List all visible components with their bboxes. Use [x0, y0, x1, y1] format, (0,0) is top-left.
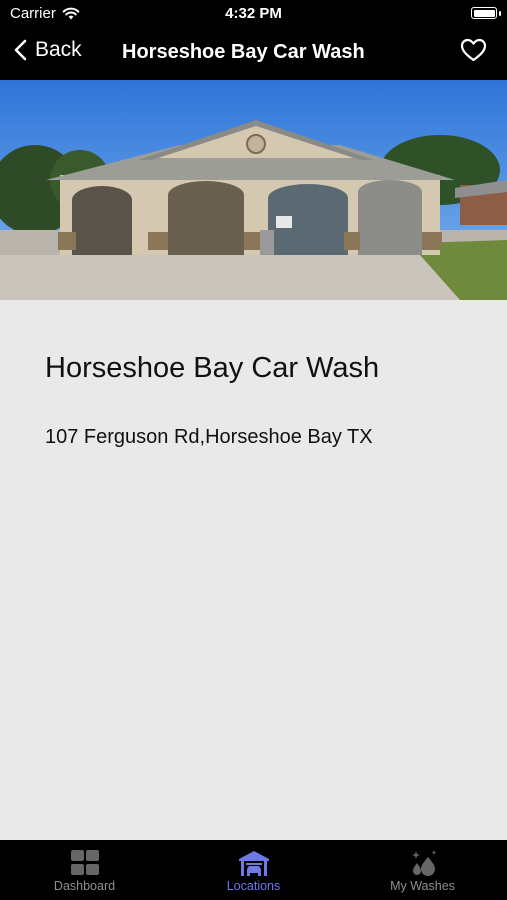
nav-title: Horseshoe Bay Car Wash — [122, 41, 365, 63]
location-name: Horseshoe Bay Car Wash — [45, 352, 380, 384]
tab-bar: Dashboard Locations My Washes — [0, 840, 507, 900]
droplets-icon — [411, 850, 436, 876]
location-address: 107 Ferguson Rd,Horseshoe Bay TX — [45, 426, 373, 448]
favorite-button[interactable] — [460, 38, 487, 67]
tab-dashboard[interactable]: Dashboard — [0, 840, 169, 900]
back-label: Back — [35, 38, 82, 61]
location-photo — [0, 80, 507, 300]
back-button[interactable]: Back — [14, 38, 82, 62]
grid-icon — [70, 850, 99, 875]
tab-locations[interactable]: Locations — [169, 840, 338, 900]
car-wash-icon — [238, 851, 269, 876]
battery-icon — [471, 7, 501, 19]
tab-dashboard-label: Dashboard — [53, 879, 116, 893]
tab-my-washes-label: My Washes — [390, 879, 455, 893]
tab-my-washes[interactable]: My Washes — [338, 840, 507, 900]
navigation-bar: Back Horseshoe Bay Car Wash — [0, 28, 507, 80]
status-bar: Carrier 4:32 PM — [0, 0, 507, 28]
tab-locations-label: Locations — [226, 879, 281, 893]
location-details: Horseshoe Bay Car Wash 107 Ferguson Rd,H… — [0, 300, 507, 840]
status-time: 4:32 PM — [225, 5, 282, 22]
chevron-left-icon — [14, 39, 27, 61]
heart-outline-icon — [460, 38, 487, 62]
